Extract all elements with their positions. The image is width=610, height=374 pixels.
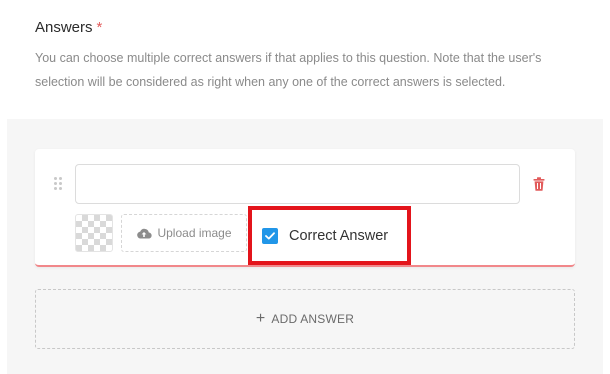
correct-answer-checkbox[interactable] bbox=[262, 227, 278, 244]
answers-section-header: Answers * You can choose multiple correct… bbox=[35, 18, 595, 94]
add-answer-button[interactable]: + ADD ANSWER bbox=[35, 289, 575, 349]
correct-answer-label: Correct Answer bbox=[289, 227, 389, 244]
delete-answer-icon[interactable] bbox=[533, 177, 545, 191]
upload-image-label: Upload image bbox=[157, 226, 232, 240]
answers-panel: Upload image Correct Answer + ADD ANSWER bbox=[7, 119, 603, 374]
add-answer-label: ADD ANSWER bbox=[271, 312, 355, 326]
correct-answer-highlight: Correct Answer bbox=[248, 206, 411, 265]
answer-text-input[interactable] bbox=[75, 164, 520, 204]
answer-card: Upload image Correct Answer bbox=[35, 149, 575, 267]
upload-image-button[interactable]: Upload image bbox=[121, 214, 247, 252]
plus-icon: + bbox=[255, 310, 266, 327]
cloud-upload-icon bbox=[136, 227, 153, 239]
answers-description: You can choose multiple correct answers … bbox=[35, 51, 542, 89]
answers-title-text: Answers bbox=[35, 19, 93, 36]
image-thumbnail-placeholder bbox=[75, 214, 113, 252]
required-marker: * bbox=[96, 19, 103, 36]
answers-title: Answers * bbox=[35, 18, 595, 38]
drag-handle-icon[interactable] bbox=[54, 177, 64, 191]
checkmark-icon bbox=[265, 231, 275, 239]
